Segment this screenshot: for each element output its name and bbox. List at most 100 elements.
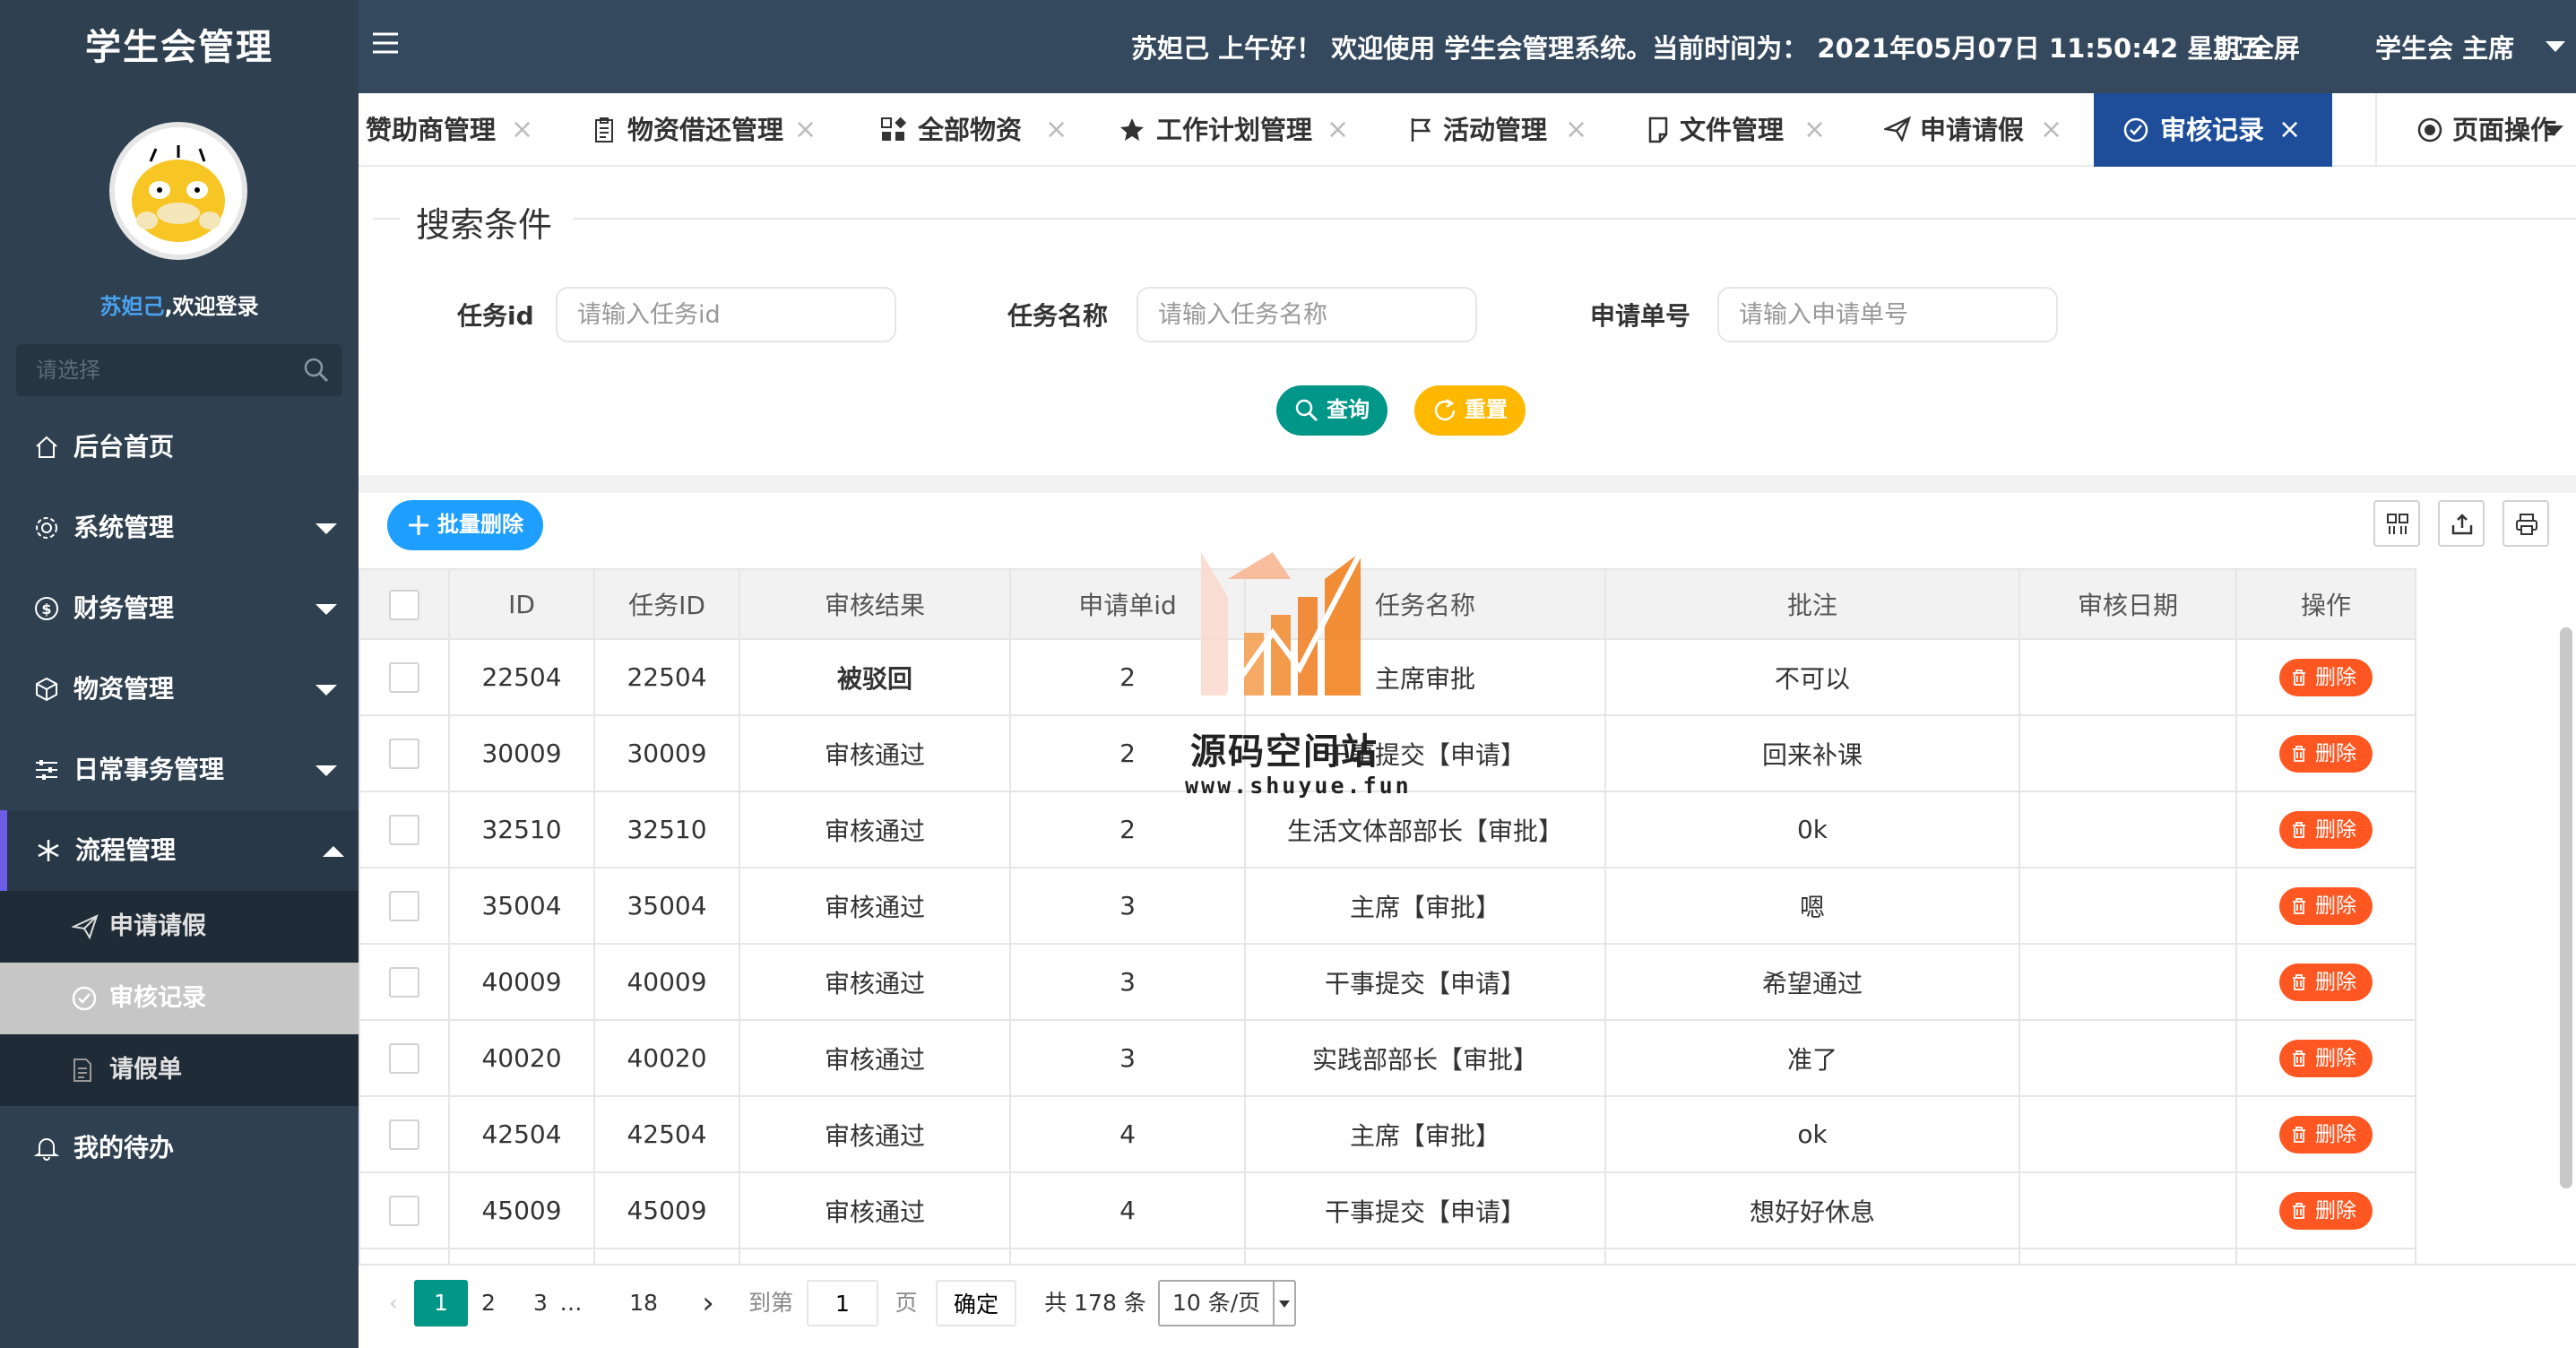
row-checkbox[interactable] bbox=[389, 739, 419, 769]
delete-button[interactable]: 删除 bbox=[2279, 734, 2373, 773]
cell-audit-date bbox=[2018, 943, 2237, 1021]
select-all-checkbox[interactable] bbox=[389, 589, 419, 620]
tab-close-icon[interactable]: × bbox=[1565, 93, 1587, 167]
delete-button-label: 删除 bbox=[2315, 894, 2356, 918]
tab-all-materials[interactable]: 全部物资 × bbox=[878, 93, 1068, 167]
cell-audit-date bbox=[2018, 867, 2237, 945]
delete-button[interactable]: 删除 bbox=[2279, 963, 2373, 1001]
delete-button[interactable]: 删除 bbox=[2279, 658, 2373, 696]
task-name-input[interactable] bbox=[1137, 287, 1477, 342]
task-id-label: 任务id bbox=[457, 301, 534, 331]
sidebar-subitem-leave-form[interactable]: 请假单 bbox=[0, 1034, 359, 1106]
query-button[interactable]: 查询 bbox=[1276, 385, 1387, 436]
sidebar-item-process[interactable]: 流程管理 bbox=[0, 810, 359, 891]
sidebar-item-daily-affairs[interactable]: 日常事务管理 bbox=[0, 730, 359, 810]
task-id-input[interactable] bbox=[556, 287, 896, 342]
sidebar-search-input[interactable] bbox=[16, 344, 285, 396]
column-header[interactable]: 审核日期 bbox=[2018, 568, 2237, 640]
vertical-scrollbar[interactable] bbox=[2560, 627, 2572, 1188]
fullscreen-button[interactable]: 全屏 bbox=[2217, 0, 2300, 97]
sidebar-item-finance[interactable]: $ 财务管理 bbox=[0, 568, 359, 649]
column-header[interactable]: 审核结果 bbox=[739, 568, 1011, 640]
sidebar-item-system[interactable]: 系统管理 bbox=[0, 488, 359, 568]
cell-task-name: 干事提交【申请】 bbox=[1244, 1171, 1606, 1249]
tab-close-icon[interactable]: × bbox=[2278, 93, 2301, 167]
avatar[interactable] bbox=[109, 122, 247, 260]
tab-file-management[interactable]: 文件管理 × bbox=[1646, 93, 1832, 167]
column-header[interactable]: 任务ID bbox=[593, 568, 740, 640]
tab-close-icon[interactable]: × bbox=[2040, 93, 2062, 167]
row-checkbox[interactable] bbox=[389, 815, 419, 845]
delete-button[interactable]: 删除 bbox=[2279, 1191, 2373, 1230]
tab-close-icon[interactable]: × bbox=[1803, 93, 1826, 167]
delete-button-label: 删除 bbox=[2315, 665, 2356, 689]
page-operations-dropdown[interactable]: 页面操作 bbox=[2375, 93, 2576, 167]
column-header[interactable]: 批注 bbox=[1604, 568, 2020, 640]
caret-down-icon bbox=[316, 604, 337, 615]
tab-audit-records[interactable]: 审核记录 × bbox=[2094, 93, 2332, 167]
row-checkbox[interactable] bbox=[389, 662, 419, 693]
column-filter-button[interactable] bbox=[2373, 500, 2420, 547]
sidebar-item-todo[interactable]: 我的待办 bbox=[0, 1108, 359, 1188]
tab-label: 全部物资 bbox=[918, 115, 1023, 145]
tab-close-icon[interactable]: × bbox=[511, 93, 533, 167]
check-circle-icon bbox=[2122, 117, 2149, 143]
page-number-current[interactable]: 1 bbox=[414, 1280, 468, 1326]
pagination: ‹ 1 2 3 … 18 › 到第 页 确定 共 178 条 10 条/页 bbox=[359, 1264, 2576, 1348]
row-checkbox[interactable] bbox=[389, 891, 419, 921]
tab-work-plan[interactable]: 工作计划管理 × bbox=[1117, 93, 1359, 167]
tab-leave-request[interactable]: 申请请假 × bbox=[1882, 93, 2070, 167]
next-page-icon[interactable]: › bbox=[692, 1280, 724, 1326]
page-number-last[interactable]: 18 bbox=[627, 1280, 660, 1326]
goto-confirm-button[interactable]: 确定 bbox=[936, 1280, 1016, 1326]
cell-audit-result: 审核通过 bbox=[739, 791, 1011, 868]
print-button[interactable] bbox=[2503, 500, 2549, 547]
svg-text:$: $ bbox=[41, 601, 51, 618]
row-checkbox[interactable] bbox=[389, 1196, 419, 1226]
sidebar-item-label: 日常事务管理 bbox=[73, 755, 225, 784]
cell-id: 35004 bbox=[448, 867, 595, 945]
hamburger-menu-icon[interactable] bbox=[371, 30, 400, 56]
delete-button[interactable]: 删除 bbox=[2279, 886, 2373, 925]
row-checkbox[interactable] bbox=[389, 967, 419, 998]
tab-close-icon[interactable]: × bbox=[794, 93, 817, 167]
delete-button-label: 删除 bbox=[2315, 741, 2356, 765]
tab-label: 赞助商管理 bbox=[366, 115, 497, 145]
prev-page-icon[interactable]: ‹ bbox=[380, 1280, 407, 1326]
tab-close-icon[interactable]: × bbox=[1327, 93, 1349, 167]
delete-button[interactable]: 删除 bbox=[2279, 1039, 2373, 1077]
page-number[interactable]: 2 bbox=[475, 1280, 502, 1326]
export-button[interactable] bbox=[2438, 500, 2485, 547]
trash-icon bbox=[2292, 897, 2306, 914]
page-size-value: 10 条/页 bbox=[1172, 1290, 1261, 1316]
cell-audit-date bbox=[2018, 1171, 2237, 1249]
cell-apply-id: 4 bbox=[1009, 1095, 1246, 1173]
welcome-username[interactable]: 苏妲己 bbox=[99, 294, 164, 319]
sidebar-item-label: 我的待办 bbox=[73, 1133, 175, 1162]
page-size-select[interactable]: 10 条/页 bbox=[1158, 1280, 1296, 1326]
user-menu[interactable]: 学生会 主席 bbox=[2375, 0, 2565, 97]
sidebar-subitem-leave-request[interactable]: 申请请假 bbox=[0, 891, 359, 963]
apply-no-input[interactable] bbox=[1717, 287, 2058, 342]
column-header[interactable]: 操作 bbox=[2235, 568, 2416, 640]
row-checkbox[interactable] bbox=[389, 1043, 419, 1074]
tab-sponsor-management[interactable]: 赞助商管理 × bbox=[359, 93, 566, 167]
tab-activity-management[interactable]: 活动管理 × bbox=[1407, 93, 1595, 167]
sidebar-subitem-audit-records[interactable]: 审核记录 bbox=[0, 963, 359, 1034]
column-header[interactable]: ID bbox=[448, 568, 595, 640]
sidebar-item-materials[interactable]: 物资管理 bbox=[0, 649, 359, 730]
delete-button[interactable]: 删除 bbox=[2279, 810, 2373, 849]
cell-audit-result: 审核通过 bbox=[739, 714, 1011, 792]
batch-delete-button[interactable]: 批量删除 bbox=[387, 500, 543, 550]
tab-close-icon[interactable]: × bbox=[1045, 93, 1068, 167]
search-icon[interactable] bbox=[303, 357, 330, 384]
reset-button[interactable]: 重置 bbox=[1414, 385, 1526, 436]
sidebar-item-home[interactable]: 后台首页 bbox=[0, 407, 359, 488]
check-circle-icon bbox=[72, 986, 97, 1011]
row-select-cell bbox=[359, 867, 450, 945]
tab-material-borrow[interactable]: 物资借还管理 × bbox=[590, 93, 835, 167]
page-number[interactable]: 3 bbox=[527, 1280, 554, 1326]
row-checkbox[interactable] bbox=[389, 1119, 419, 1150]
delete-button[interactable]: 删除 bbox=[2279, 1115, 2373, 1154]
goto-page-input[interactable] bbox=[807, 1280, 878, 1326]
